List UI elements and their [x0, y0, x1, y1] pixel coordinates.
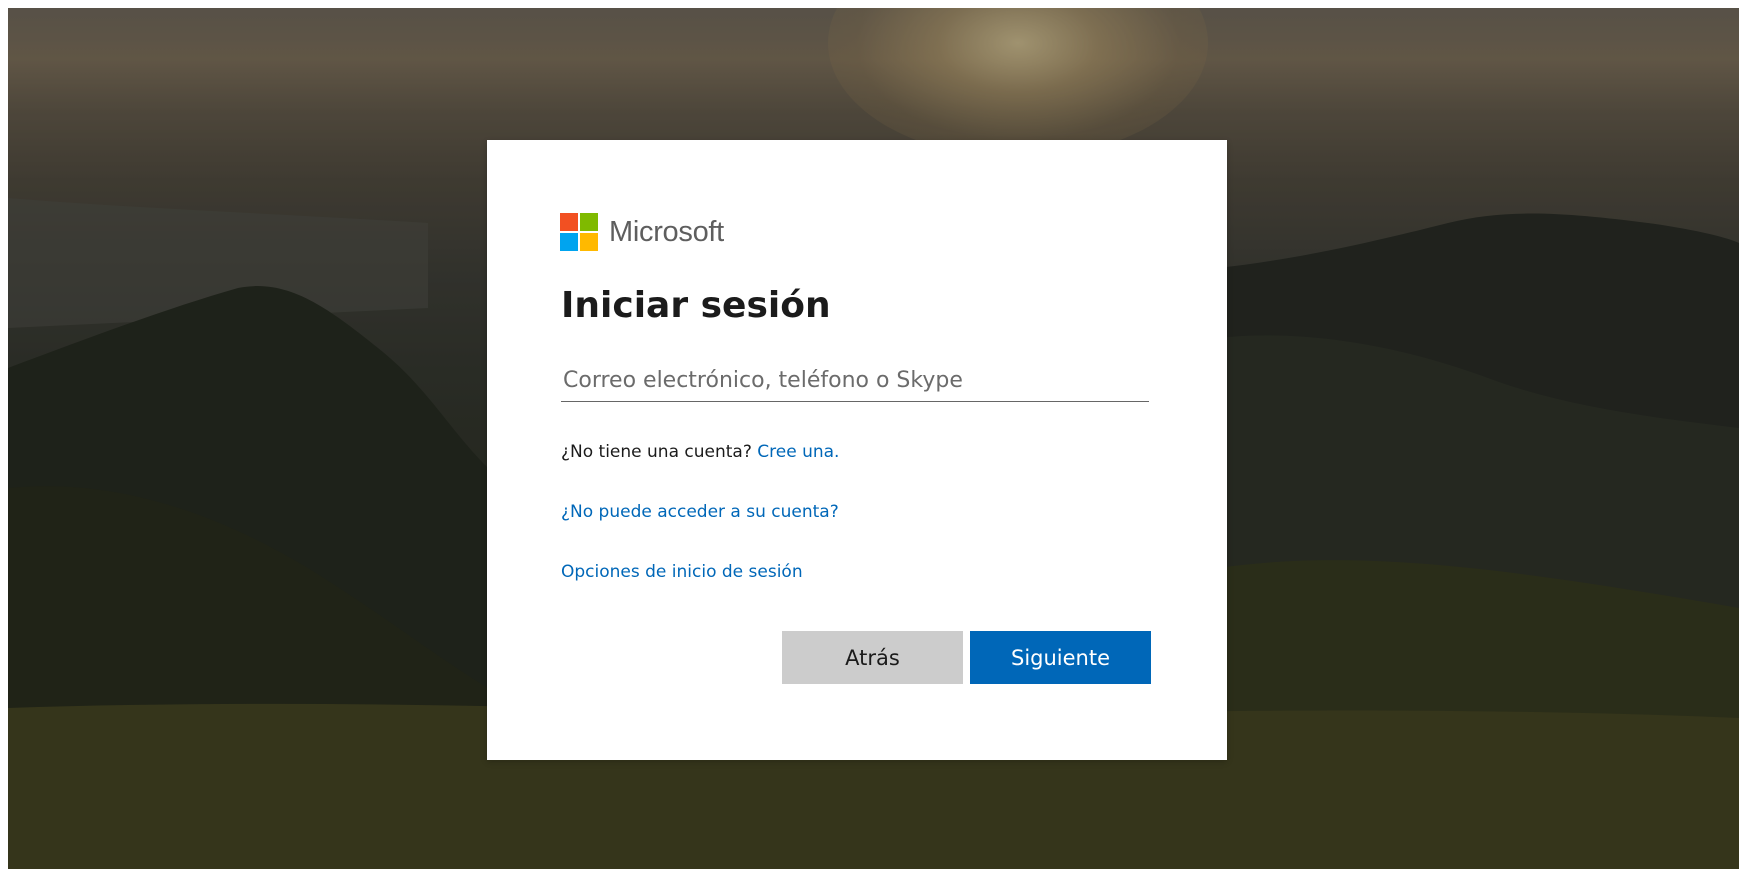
signin-card: Microsoft Iniciar sesión ¿No tiene una c…: [487, 140, 1227, 760]
cant-access-account-link[interactable]: ¿No puede acceder a su cuenta?: [561, 502, 839, 522]
browser-viewport: Microsoft Iniciar sesión ¿No tiene una c…: [0, 0, 1747, 869]
no-account-row: ¿No tiene una cuenta? Cree una.: [561, 442, 839, 462]
microsoft-wordmark: Microsoft: [609, 215, 724, 248]
email-field-container: [561, 362, 1149, 402]
microsoft-logo: Microsoft: [560, 213, 724, 251]
no-account-text: ¿No tiene una cuenta?: [561, 442, 752, 462]
logo-square-blue: [560, 233, 578, 251]
microsoft-logo-icon: [560, 213, 598, 251]
next-button[interactable]: Siguiente: [970, 631, 1151, 684]
logo-square-red: [560, 213, 578, 231]
page-title: Iniciar sesión: [561, 285, 831, 326]
logo-square-yellow: [580, 233, 598, 251]
email-field[interactable]: [561, 362, 1149, 402]
create-account-link[interactable]: Cree una.: [757, 442, 839, 462]
back-button[interactable]: Atrás: [782, 631, 963, 684]
signin-options-row: Opciones de inicio de sesión: [561, 562, 803, 582]
cant-access-row: ¿No puede acceder a su cuenta?: [561, 502, 839, 522]
logo-square-green: [580, 213, 598, 231]
signin-options-link[interactable]: Opciones de inicio de sesión: [561, 562, 803, 582]
